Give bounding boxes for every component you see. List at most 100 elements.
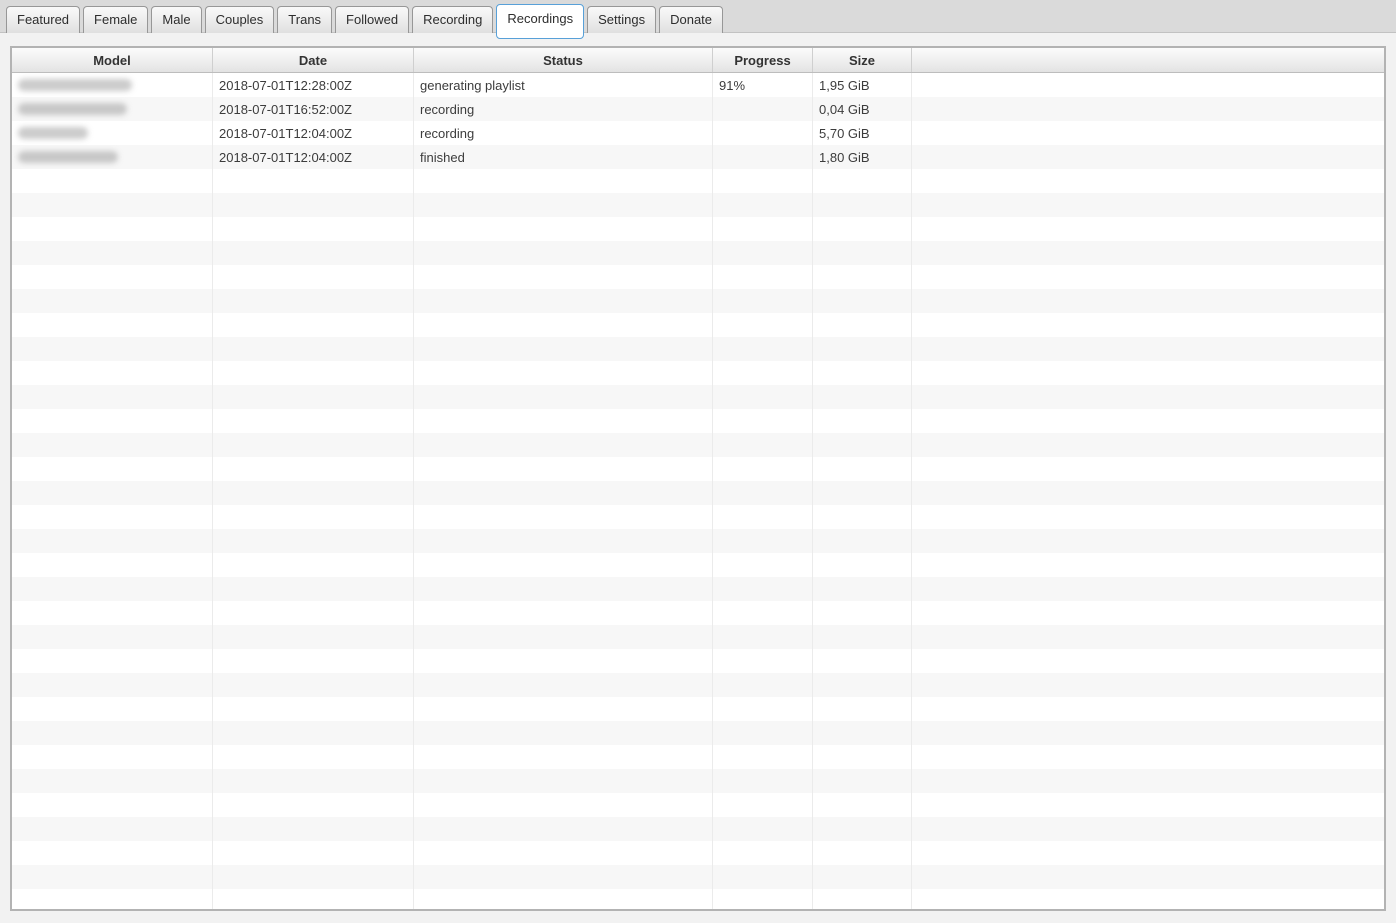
column-header-progress[interactable]: Progress [713,48,813,72]
tab-featured[interactable]: Featured [6,6,80,33]
table-row[interactable]: 2018-07-01T16:52:00Zrecording0,04 GiB [12,97,1384,121]
table-row[interactable] [12,505,1384,529]
table-row[interactable] [12,889,1384,909]
table-row[interactable] [12,241,1384,265]
cell-model [12,841,213,865]
tab-male[interactable]: Male [151,6,201,33]
cell-progress [713,145,813,169]
cell-size: 5,70 GiB [813,121,912,145]
column-header-filler[interactable] [912,48,1384,72]
cell-progress [713,553,813,577]
table-row[interactable] [12,289,1384,313]
cell-progress [713,289,813,313]
column-header-model[interactable]: Model [12,48,213,72]
cell-filler [912,889,1384,909]
tab-settings[interactable]: Settings [587,6,656,33]
table-row[interactable] [12,697,1384,721]
cell-date [213,865,414,889]
cell-model [12,409,213,433]
tab-female[interactable]: Female [83,6,148,33]
cell-status [414,241,713,265]
table-row[interactable] [12,217,1384,241]
table-row[interactable] [12,409,1384,433]
cell-status: generating playlist [414,73,713,97]
cell-date [213,577,414,601]
cell-size [813,793,912,817]
table-row[interactable] [12,745,1384,769]
tab-followed[interactable]: Followed [335,6,409,33]
cell-model [12,721,213,745]
table-row[interactable] [12,577,1384,601]
column-header-size[interactable]: Size [813,48,912,72]
cell-status [414,337,713,361]
table-row[interactable] [12,769,1384,793]
cell-filler [912,793,1384,817]
cell-date [213,721,414,745]
table-row[interactable]: 2018-07-01T12:28:00Zgenerating playlist9… [12,73,1384,97]
cell-progress [713,697,813,721]
table-row[interactable] [12,457,1384,481]
cell-model [12,577,213,601]
cell-date: 2018-07-01T12:28:00Z [213,73,414,97]
cell-progress [713,505,813,529]
table-row[interactable]: 2018-07-01T12:04:00Zfinished1,80 GiB [12,145,1384,169]
table-row[interactable] [12,385,1384,409]
table-row[interactable] [12,481,1384,505]
cell-size [813,577,912,601]
column-header-status[interactable]: Status [414,48,713,72]
cell-model [12,769,213,793]
table-row[interactable] [12,649,1384,673]
cell-status [414,649,713,673]
cell-status [414,745,713,769]
table-row[interactable] [12,721,1384,745]
cell-filler [912,241,1384,265]
cell-status [414,505,713,529]
cell-filler [912,649,1384,673]
cell-date [213,601,414,625]
table-row[interactable] [12,529,1384,553]
cell-filler [912,673,1384,697]
tab-couples[interactable]: Couples [205,6,275,33]
table-row[interactable] [12,793,1384,817]
table-row[interactable] [12,313,1384,337]
cell-status [414,721,713,745]
tab-recording[interactable]: Recording [412,6,493,33]
tab-recordings[interactable]: Recordings [496,4,584,39]
cell-model [12,865,213,889]
table-row[interactable] [12,817,1384,841]
table-row[interactable] [12,553,1384,577]
table-row[interactable] [12,337,1384,361]
cell-status [414,817,713,841]
cell-model [12,193,213,217]
cell-size [813,337,912,361]
cell-progress [713,313,813,337]
cell-date [213,193,414,217]
tab-donate[interactable]: Donate [659,6,723,33]
table-row[interactable]: 2018-07-01T12:04:00Zrecording5,70 GiB [12,121,1384,145]
table-row[interactable] [12,841,1384,865]
table-row[interactable] [12,601,1384,625]
table-row[interactable] [12,673,1384,697]
cell-filler [912,505,1384,529]
table-row[interactable] [12,265,1384,289]
cell-progress [713,529,813,553]
table-row[interactable] [12,433,1384,457]
cell-status [414,265,713,289]
column-header-date[interactable]: Date [213,48,414,72]
cell-date [213,361,414,385]
cell-model [12,673,213,697]
cell-size [813,217,912,241]
tab-bar: FeaturedFemaleMaleCouplesTransFollowedRe… [0,0,1396,33]
cell-progress [713,97,813,121]
table-row[interactable] [12,865,1384,889]
table-row[interactable] [12,361,1384,385]
cell-filler [912,601,1384,625]
tab-trans[interactable]: Trans [277,6,332,33]
cell-progress [713,169,813,193]
table-row[interactable] [12,193,1384,217]
table-row[interactable] [12,625,1384,649]
table-row[interactable] [12,169,1384,193]
cell-model [12,649,213,673]
cell-status [414,697,713,721]
cell-progress [713,265,813,289]
